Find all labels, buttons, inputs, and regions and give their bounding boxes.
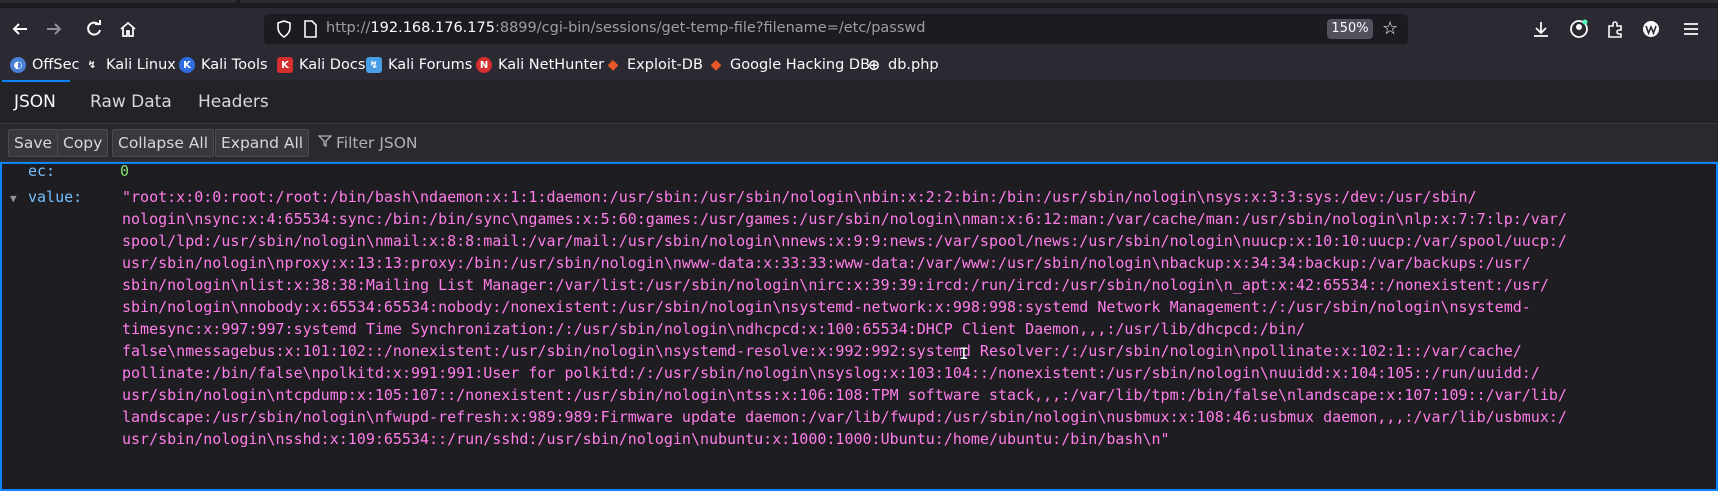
bookmark-kali-nethunter[interactable]: N Kali NetHunter	[476, 55, 604, 75]
back-button[interactable]	[4, 13, 36, 45]
collapse-all-button[interactable]: Collapse All	[112, 129, 215, 157]
json-viewer-tabs: JSON Raw Data Headers	[0, 80, 1718, 124]
globe-icon: ⊕	[867, 56, 881, 74]
bookmark-offsec[interactable]: ◐ OffSec	[10, 55, 80, 75]
bookmark-label: OffSec	[32, 57, 80, 73]
navigation-toolbar: http://192.168.176.175:8899/cgi-bin/sess…	[0, 8, 1718, 50]
page-info-icon[interactable]	[300, 19, 320, 39]
tab-json[interactable]: JSON	[2, 80, 70, 124]
url-prefix: http://	[326, 20, 371, 36]
json-number-value: 0	[120, 162, 130, 180]
bookmark-exploit-db[interactable]: ◆ Exploit-DB	[605, 55, 703, 75]
bookmark-google-hacking-db[interactable]: ◆ Google Hacking DB	[708, 55, 870, 75]
url-host: 192.168.176.175	[370, 20, 495, 36]
json-string-line: nologin\nsync:x:4:65534:sync:/bin:/bin/s…	[122, 210, 1567, 228]
zoom-level-badge[interactable]: 150%	[1327, 19, 1373, 39]
home-icon	[120, 21, 136, 37]
tab-raw-data[interactable]: Raw Data	[90, 80, 172, 124]
json-key: ec:	[28, 162, 56, 180]
shield-icon[interactable]	[274, 19, 294, 39]
bookmark-kali-forums[interactable]: ↯ Kali Forums	[366, 55, 472, 75]
json-string-line: false\nmessagebus:x:101:102::/nonexisten…	[122, 342, 1522, 360]
home-button[interactable]	[112, 13, 144, 45]
expand-toggle-icon[interactable]: ▼	[10, 192, 17, 205]
json-key: value:	[28, 188, 83, 206]
bookmark-label: Kali Linux	[106, 57, 176, 73]
json-toolbar: Save Copy Collapse All Expand All Filter…	[0, 124, 1718, 162]
nethunter-icon: N	[476, 57, 492, 73]
json-string-line: landscape:/usr/sbin/nologin\nfwupd-refre…	[122, 408, 1567, 426]
json-string-line: pollinate:/bin/false\npolkitd:x:991:991:…	[122, 364, 1540, 382]
ghdb-icon: ◆	[710, 57, 722, 73]
save-button[interactable]: Save	[8, 129, 59, 157]
json-string-line: usr/sbin/nologin\ntcpdump:x:105:107::/no…	[122, 386, 1567, 404]
filter-icon	[317, 130, 333, 158]
url-path: :8899/cgi-bin/sessions/get-temp-file?fil…	[494, 20, 926, 36]
json-string-line: sbin/nologin\nlist:x:38:38:Mailing List …	[122, 276, 1549, 294]
url-text[interactable]: http://192.168.176.175:8899/cgi-bin/sess…	[326, 20, 925, 36]
wappalyzer-icon	[1643, 21, 1659, 37]
kali-tools-icon: K	[179, 57, 195, 73]
copy-button[interactable]: Copy	[57, 129, 109, 157]
json-string-line: usr/sbin/nologin\nsshd:x:109:65534::/run…	[122, 430, 1170, 448]
back-arrow-icon	[12, 23, 27, 35]
tab-strip-segment	[0, 0, 236, 3]
json-string-line: "root:x:0:0:root:/root:/bin/bash\ndaemon…	[122, 188, 1477, 206]
bookmark-label: Kali Docs	[299, 57, 366, 73]
bookmark-kali-docs[interactable]: K Kali Docs	[277, 55, 365, 75]
bookmark-label: Exploit-DB	[627, 57, 703, 73]
url-bar[interactable]: http://192.168.176.175:8899/cgi-bin/sess…	[264, 14, 1408, 44]
kali-docs-icon: K	[277, 57, 293, 73]
kali-forums-icon: ↯	[366, 57, 382, 73]
hamburger-menu-icon	[1684, 23, 1698, 35]
app-menu-button[interactable]	[1676, 14, 1706, 44]
tab-strip	[0, 0, 1718, 8]
wappalyzer-button[interactable]	[1636, 14, 1666, 44]
bookmark-label: db.php	[888, 57, 939, 73]
forward-button[interactable]	[38, 13, 70, 45]
filter-placeholder: Filter JSON	[336, 134, 418, 152]
bookmarks-toolbar: ◐ OffSec ↯ Kali Linux K Kali Tools K Kali Do…	[0, 50, 1718, 80]
offsec-icon: ◐	[10, 57, 26, 73]
json-string-line: timesync:x:997:997:systemd Time Synchron…	[122, 320, 1306, 338]
reload-icon	[87, 20, 101, 36]
extensions-button[interactable]	[1600, 14, 1630, 44]
puzzle-icon	[1608, 21, 1622, 38]
bookmark-star-icon[interactable]: ☆	[1382, 18, 1398, 39]
json-string-line: sbin/nologin\nnobody:x:65534:65534:nobod…	[122, 298, 1531, 316]
tab-headers[interactable]: Headers	[198, 80, 269, 124]
expand-all-button[interactable]: Expand All	[215, 129, 310, 157]
exploit-db-icon: ◆	[607, 57, 619, 73]
download-icon	[1534, 22, 1548, 37]
bookmark-label: Kali Forums	[388, 57, 473, 73]
account-button[interactable]	[1564, 14, 1594, 44]
bookmark-label: Kali Tools	[201, 57, 268, 73]
forward-arrow-icon	[47, 23, 62, 35]
json-string-line: usr/sbin/nologin\nproxy:x:13:13:proxy:/b…	[122, 254, 1531, 272]
bookmark-kali-linux[interactable]: ↯ Kali Linux	[84, 55, 176, 75]
json-content-panel: ec: 0 ▼ value: "root:x:0:0:root:/root:/b…	[0, 162, 1718, 491]
account-icon	[1570, 19, 1588, 38]
bookmark-kali-tools[interactable]: K Kali Tools	[179, 55, 268, 75]
text-cursor-icon: I	[959, 344, 969, 363]
kali-dragon-icon: ↯	[87, 59, 97, 71]
reload-button[interactable]	[78, 13, 110, 45]
json-string-line: spool/lpd:/usr/sbin/nologin\nmail:x:8:8:…	[122, 232, 1567, 250]
bookmark-db-php[interactable]: ⊕ db.php	[866, 55, 939, 75]
tab-strip-segment	[240, 0, 1718, 3]
bookmark-label: Google Hacking DB	[730, 57, 871, 73]
filter-json-input[interactable]: Filter JSON	[317, 129, 418, 158]
bookmark-label: Kali NetHunter	[498, 57, 605, 73]
downloads-button[interactable]	[1526, 14, 1556, 44]
